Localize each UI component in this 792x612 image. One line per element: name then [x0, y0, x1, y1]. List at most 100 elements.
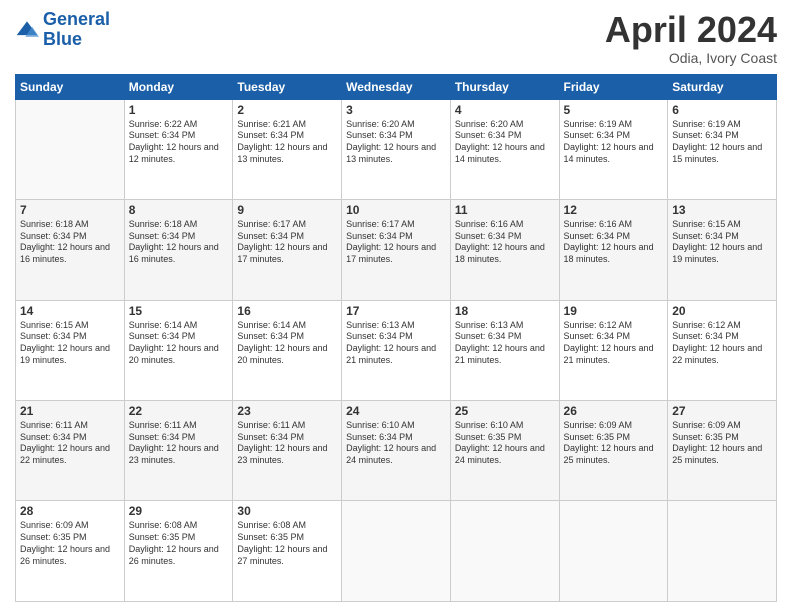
calendar-cell: 16 Sunrise: 6:14 AMSunset: 6:34 PMDayligh… [233, 300, 342, 400]
cell-info: Sunrise: 6:13 AMSunset: 6:34 PMDaylight:… [455, 320, 555, 367]
calendar-cell: 7Sunrise: 6:18 AMSunset: 6:34 PMDaylight… [16, 200, 125, 300]
calendar-cell: 6 Sunrise: 6:19 AMSunset: 6:34 PMDaylight… [668, 99, 777, 199]
day-number: 16 [237, 304, 337, 318]
calendar-cell: 30 Sunrise: 6:08 AMSunset: 6:35 PMDayligh… [233, 501, 342, 602]
calendar-cell [559, 501, 668, 602]
cell-info: Sunrise: 6:22 AMSunset: 6:34 PMDaylight:… [129, 119, 229, 166]
cell-info: Sunrise: 6:15 AMSunset: 6:34 PMDaylight:… [20, 320, 120, 367]
header: General Blue April 2024 Odia, Ivory Coas… [15, 10, 777, 66]
logo-general: General [43, 9, 110, 29]
calendar-cell: 22 Sunrise: 6:11 AMSunset: 6:34 PMDayligh… [124, 401, 233, 501]
cell-info: Sunrise: 6:11 AMSunset: 6:34 PMDaylight:… [20, 420, 120, 467]
day-number: 10 [346, 203, 446, 217]
cell-info: Sunrise: 6:16 AMSunset: 6:34 PMDaylight:… [564, 219, 664, 266]
day-number: 3 [346, 103, 446, 117]
calendar-cell: 12Sunrise: 6:16 AMSunset: 6:34 PMDayligh… [559, 200, 668, 300]
day-number: 6 [672, 103, 772, 117]
cell-info: Sunrise: 6:14 AMSunset: 6:34 PMDaylight:… [237, 320, 337, 367]
day-number: 30 [237, 504, 337, 518]
col-header-thursday: Thursday [450, 74, 559, 99]
cell-info: Sunrise: 6:11 AMSunset: 6:34 PMDaylight:… [129, 420, 229, 467]
col-header-tuesday: Tuesday [233, 74, 342, 99]
logo: General Blue [15, 10, 110, 50]
day-number: 11 [455, 203, 555, 217]
col-header-monday: Monday [124, 74, 233, 99]
cell-info: Sunrise: 6:17 AMSunset: 6:34 PMDaylight:… [346, 219, 446, 266]
calendar-cell [342, 501, 451, 602]
day-number: 22 [129, 404, 229, 418]
calendar-cell: 29 Sunrise: 6:08 AMSunset: 6:35 PMDayligh… [124, 501, 233, 602]
col-header-wednesday: Wednesday [342, 74, 451, 99]
month-title: April 2024 [605, 10, 777, 50]
calendar-cell: 19 Sunrise: 6:12 AMSunset: 6:34 PMDayligh… [559, 300, 668, 400]
cell-info: Sunrise: 6:10 AMSunset: 6:34 PMDaylight:… [346, 420, 446, 467]
cell-info: Sunrise: 6:21 AMSunset: 6:34 PMDaylight:… [237, 119, 337, 166]
day-number: 5 [564, 103, 664, 117]
cell-info: Sunrise: 6:20 AMSunset: 6:34 PMDaylight:… [346, 119, 446, 166]
day-number: 26 [564, 404, 664, 418]
cell-info: Sunrise: 6:20 AMSunset: 6:34 PMDaylight:… [455, 119, 555, 166]
cell-info: Sunrise: 6:14 AMSunset: 6:34 PMDaylight:… [129, 320, 229, 367]
day-number: 18 [455, 304, 555, 318]
calendar-cell: 15 Sunrise: 6:14 AMSunset: 6:34 PMDayligh… [124, 300, 233, 400]
cell-info: Sunrise: 6:15 AMSunset: 6:34 PMDaylight:… [672, 219, 772, 266]
day-number: 8 [129, 203, 229, 217]
calendar-cell: 27 Sunrise: 6:09 AMSunset: 6:35 PMDayligh… [668, 401, 777, 501]
cell-info: Sunrise: 6:09 AMSunset: 6:35 PMDaylight:… [672, 420, 772, 467]
calendar-cell: 3 Sunrise: 6:20 AMSunset: 6:34 PMDaylight… [342, 99, 451, 199]
logo-blue: Blue [43, 29, 82, 49]
calendar-cell: 8 Sunrise: 6:18 AMSunset: 6:34 PMDaylight… [124, 200, 233, 300]
cell-info: Sunrise: 6:10 AMSunset: 6:35 PMDaylight:… [455, 420, 555, 467]
calendar-cell: 2 Sunrise: 6:21 AMSunset: 6:34 PMDaylight… [233, 99, 342, 199]
logo-text: General Blue [43, 10, 110, 50]
calendar-cell: 24 Sunrise: 6:10 AMSunset: 6:34 PMDayligh… [342, 401, 451, 501]
calendar-cell: 23 Sunrise: 6:11 AMSunset: 6:34 PMDayligh… [233, 401, 342, 501]
day-number: 21 [20, 404, 120, 418]
cell-info: Sunrise: 6:08 AMSunset: 6:35 PMDaylight:… [129, 520, 229, 567]
calendar-cell [450, 501, 559, 602]
calendar-cell: 14Sunrise: 6:15 AMSunset: 6:34 PMDayligh… [16, 300, 125, 400]
cell-info: Sunrise: 6:17 AMSunset: 6:34 PMDaylight:… [237, 219, 337, 266]
cell-info: Sunrise: 6:11 AMSunset: 6:34 PMDaylight:… [237, 420, 337, 467]
cell-info: Sunrise: 6:19 AMSunset: 6:34 PMDaylight:… [672, 119, 772, 166]
day-number: 15 [129, 304, 229, 318]
location: Odia, Ivory Coast [605, 50, 777, 66]
day-number: 28 [20, 504, 120, 518]
calendar-cell: 20Sunrise: 6:12 AMSunset: 6:34 PMDayligh… [668, 300, 777, 400]
col-header-saturday: Saturday [668, 74, 777, 99]
page: General Blue April 2024 Odia, Ivory Coas… [0, 0, 792, 612]
calendar-cell: 4 Sunrise: 6:20 AMSunset: 6:34 PMDaylight… [450, 99, 559, 199]
calendar-cell: 21 Sunrise: 6:11 AMSunset: 6:34 PMDayligh… [16, 401, 125, 501]
cell-info: Sunrise: 6:16 AMSunset: 6:34 PMDaylight:… [455, 219, 555, 266]
day-number: 23 [237, 404, 337, 418]
cell-info: Sunrise: 6:08 AMSunset: 6:35 PMDaylight:… [237, 520, 337, 567]
day-number: 17 [346, 304, 446, 318]
cell-info: Sunrise: 6:18 AMSunset: 6:34 PMDaylight:… [129, 219, 229, 266]
cell-info: Sunrise: 6:09 AMSunset: 6:35 PMDaylight:… [564, 420, 664, 467]
calendar-cell: 28 Sunrise: 6:09 AMSunset: 6:35 PMDayligh… [16, 501, 125, 602]
calendar-cell: 1Sunrise: 6:22 AMSunset: 6:34 PMDaylight… [124, 99, 233, 199]
day-number: 29 [129, 504, 229, 518]
calendar-table: SundayMondayTuesdayWednesdayThursdayFrid… [15, 74, 777, 602]
day-number: 24 [346, 404, 446, 418]
cell-info: Sunrise: 6:12 AMSunset: 6:34 PMDaylight:… [564, 320, 664, 367]
day-number: 2 [237, 103, 337, 117]
day-number: 19 [564, 304, 664, 318]
col-header-friday: Friday [559, 74, 668, 99]
calendar-cell: 9Sunrise: 6:17 AMSunset: 6:34 PMDaylight… [233, 200, 342, 300]
calendar-cell: 13Sunrise: 6:15 AMSunset: 6:34 PMDayligh… [668, 200, 777, 300]
cell-info: Sunrise: 6:19 AMSunset: 6:34 PMDaylight:… [564, 119, 664, 166]
day-number: 27 [672, 404, 772, 418]
calendar-cell: 18 Sunrise: 6:13 AMSunset: 6:34 PMDayligh… [450, 300, 559, 400]
day-number: 20 [672, 304, 772, 318]
calendar-cell: 5 Sunrise: 6:19 AMSunset: 6:34 PMDaylight… [559, 99, 668, 199]
calendar-cell: 17Sunrise: 6:13 AMSunset: 6:34 PMDayligh… [342, 300, 451, 400]
day-number: 7 [20, 203, 120, 217]
cell-info: Sunrise: 6:09 AMSunset: 6:35 PMDaylight:… [20, 520, 120, 567]
day-number: 25 [455, 404, 555, 418]
col-header-sunday: Sunday [16, 74, 125, 99]
calendar-cell: 11 Sunrise: 6:16 AMSunset: 6:34 PMDayligh… [450, 200, 559, 300]
day-number: 4 [455, 103, 555, 117]
calendar-cell [668, 501, 777, 602]
calendar-cell: 25 Sunrise: 6:10 AMSunset: 6:35 PMDayligh… [450, 401, 559, 501]
